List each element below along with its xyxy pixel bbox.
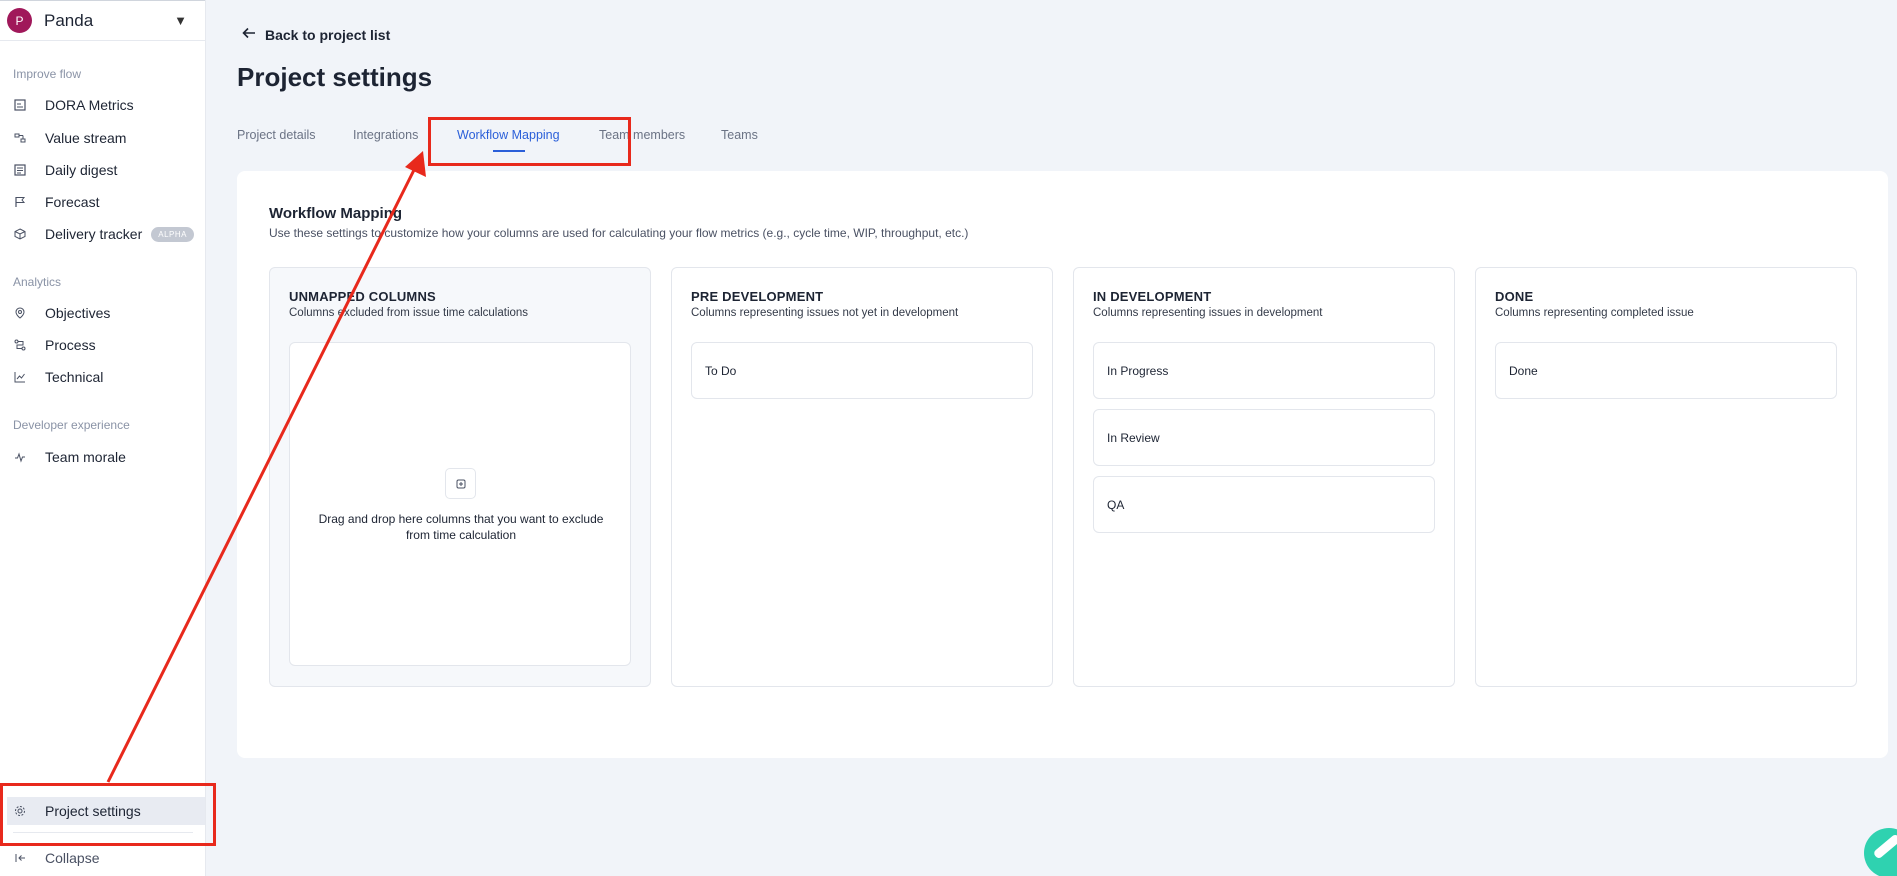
line-chart-icon (13, 370, 27, 384)
page-title: Project settings (237, 62, 433, 92)
sidebar-item-team-morale[interactable]: Team morale (0, 443, 206, 471)
sidebar-item-label: Forecast (45, 194, 100, 210)
column-subtitle: Columns representing completed issue (1495, 307, 1694, 319)
drag-drop-icon (445, 468, 476, 499)
target-icon (13, 306, 27, 320)
drop-zone[interactable]: Drag and drop here columns that you want… (289, 342, 631, 666)
sidebar-item-technical[interactable]: Technical (0, 363, 206, 391)
workflow-column-chip[interactable]: In Progress (1093, 342, 1435, 399)
workflow-mapping-card: Workflow Mapping Use these settings to c… (237, 171, 1888, 758)
sidebar-item-daily-digest[interactable]: Daily digest (0, 156, 206, 184)
tab-integrations[interactable]: Integrations (353, 128, 418, 142)
flag-icon (13, 195, 27, 209)
help-widget-icon[interactable] (1864, 828, 1897, 876)
column-title: DONE (1495, 289, 1534, 304)
workflow-mapping-title: Workflow Mapping (269, 205, 403, 222)
daily-digest-icon (13, 163, 27, 177)
highlight-box-project-settings (0, 783, 216, 846)
sidebar-item-delivery-tracker[interactable]: Delivery tracker ALPHA (0, 220, 206, 248)
sidebar-item-label: Team morale (45, 449, 126, 465)
collapse-label: Collapse (45, 850, 100, 866)
workflow-column-chip[interactable]: In Review (1093, 409, 1435, 466)
sidebar-item-label: Objectives (45, 305, 111, 321)
sidebar: P Panda ▼ Improve flow DORA Metrics Valu… (0, 0, 206, 876)
sidebar-item-label: Value stream (45, 130, 127, 146)
column-subtitle: Columns representing issues in developme… (1093, 307, 1323, 319)
column-title: UNMAPPED COLUMNS (289, 289, 436, 304)
workflow-column-chip[interactable]: Done (1495, 342, 1837, 399)
collapse-button[interactable]: Collapse (0, 844, 206, 872)
workflow-column-chip[interactable]: To Do (691, 342, 1033, 399)
collapse-icon (13, 851, 27, 865)
package-icon (13, 227, 27, 241)
tab-teams[interactable]: Teams (721, 128, 758, 142)
sidebar-item-dora-metrics[interactable]: DORA Metrics (0, 91, 206, 119)
chevron-down-icon[interactable]: ▼ (174, 13, 187, 28)
workspace-switcher[interactable]: P Panda ▼ (0, 0, 205, 41)
back-to-project-list-link[interactable]: Back to project list (242, 26, 390, 43)
sidebar-item-process[interactable]: Process (0, 331, 206, 359)
column-unmapped: UNMAPPED COLUMNS Columns excluded from i… (269, 267, 651, 687)
sidebar-item-value-stream[interactable]: Value stream (0, 124, 206, 152)
column-subtitle: Columns representing issues not yet in d… (691, 307, 959, 319)
workspace-avatar: P (7, 8, 32, 33)
dora-metrics-icon (13, 98, 27, 112)
sidebar-item-label: Delivery tracker (45, 226, 143, 242)
sidebar-item-label: Daily digest (45, 162, 118, 178)
nav-section-developer-experience: Developer experience (13, 418, 130, 432)
column-pre-development: PRE DEVELOPMENT Columns representing iss… (671, 267, 1053, 687)
pulse-icon (13, 450, 27, 464)
value-stream-icon (13, 131, 27, 145)
sidebar-item-label: DORA Metrics (45, 97, 134, 113)
highlight-box-workflow-tab (428, 117, 631, 166)
drop-zone-text: Drag and drop here columns that you want… (318, 512, 604, 542)
back-label: Back to project list (265, 26, 391, 43)
tab-project-details[interactable]: Project details (237, 128, 316, 142)
workflow-column-chip[interactable]: QA (1093, 476, 1435, 533)
sidebar-item-label: Technical (45, 369, 104, 385)
workflow-mapping-description: Use these settings to customize how your… (269, 226, 969, 240)
column-title: IN DEVELOPMENT (1093, 289, 1212, 304)
column-in-development: IN DEVELOPMENT Columns representing issu… (1073, 267, 1455, 687)
column-title: PRE DEVELOPMENT (691, 289, 824, 304)
column-done: DONE Columns representing completed issu… (1475, 267, 1857, 687)
sidebar-item-forecast[interactable]: Forecast (0, 188, 206, 216)
sidebar-item-objectives[interactable]: Objectives (0, 299, 206, 327)
column-subtitle: Columns excluded from issue time calcula… (289, 307, 529, 319)
arrow-left-icon (242, 26, 256, 43)
process-icon (13, 338, 27, 352)
nav-section-analytics: Analytics (13, 275, 62, 289)
workspace-name: Panda (44, 10, 94, 30)
alpha-badge: ALPHA (151, 226, 194, 242)
nav-section-improve-flow: Improve flow (13, 67, 82, 81)
sidebar-item-label: Process (45, 337, 96, 353)
